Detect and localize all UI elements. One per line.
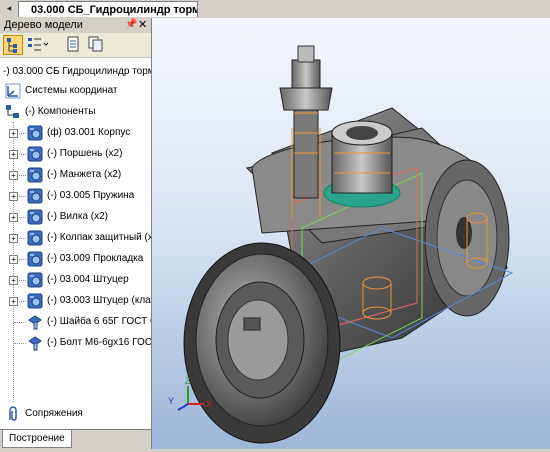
copy-button[interactable]: [86, 35, 106, 55]
expand-icon[interactable]: +: [9, 255, 18, 264]
document-tab[interactable]: 03.000 СБ_Гидроцилиндр тормозной: [18, 1, 198, 17]
model-canvas[interactable]: Z X Y: [152, 18, 550, 449]
document-tabstrip: ◂ 03.000 СБ_Гидроцилиндр тормозной: [0, 0, 550, 19]
model-tree: -) 03.000 СБ Гидроцилиндр тормозной Сист…: [0, 58, 151, 428]
standard-part-icon: [28, 336, 42, 351]
tree-item-mates[interactable]: Сопряжения: [5, 405, 151, 423]
tree-item-label: (ф) 03.001 Корпус: [47, 127, 131, 138]
pin-icon[interactable]: 📌: [125, 19, 137, 30]
panel-title: Дерево модели: [4, 19, 83, 31]
tree-item-label: (-) 03.009 Прокладка: [47, 253, 144, 264]
tree-item-label: (-) 03.005 Пружина: [47, 190, 135, 201]
tree-item-component[interactable]: + (-) Манжета (x2): [5, 166, 151, 184]
tree-item-label: Системы координат: [25, 85, 118, 96]
tree-item-component[interactable]: (-) Шайба 6 65Г ГОСТ 6402: [5, 313, 151, 331]
tree-item-label: (-) Колпак защитный (x2): [47, 232, 151, 243]
list-view-icon: [28, 38, 49, 51]
document-icon: [67, 36, 79, 52]
tree-root-label[interactable]: -) 03.000 СБ Гидроцилиндр тормозной: [3, 66, 151, 77]
axis-label-x: X: [206, 399, 212, 409]
expand-icon[interactable]: +: [9, 276, 18, 285]
tree-item-label: (-) Манжета (x2): [47, 169, 122, 180]
axis-label-z: Z: [185, 376, 191, 386]
coordinate-system-icon: [5, 83, 21, 99]
tree-item-label: (-) Поршень (x2): [47, 148, 123, 159]
tree-item-component[interactable]: + (ф) 03.001 Корпус: [5, 124, 151, 142]
paperclip-icon: [9, 406, 17, 421]
tree-item-component[interactable]: + (-) 03.004 Штуцер: [5, 271, 151, 289]
tree-structure-icon: [7, 38, 17, 53]
expand-icon[interactable]: +: [9, 171, 18, 180]
tree-item-components[interactable]: (-) Компоненты: [5, 103, 151, 121]
part-icon: [27, 293, 43, 309]
end-cap[interactable]: [183, 242, 341, 444]
3d-viewport[interactable]: Z X Y: [152, 18, 550, 449]
tree-guide-line: [14, 343, 26, 344]
tree-item-component[interactable]: + (-) 03.003 Штуцер (клапан): [5, 292, 151, 310]
tree-item-component[interactable]: + (-) Поршень (x2): [5, 145, 151, 163]
expand-icon[interactable]: +: [9, 192, 18, 201]
tree-item-label: (-) Компоненты: [25, 106, 96, 117]
tree-item-label: (-) 03.003 Штуцер (клапан): [47, 295, 151, 306]
part-icon: [27, 146, 43, 162]
tree-item-coord-systems[interactable]: Системы координат: [5, 82, 151, 100]
tree-guide-line: [14, 322, 26, 323]
tree-item-component[interactable]: + (-) 03.005 Пружина: [5, 187, 151, 205]
part-icon: [27, 251, 43, 267]
model-tree-panel: Дерево модели 📌 ✕ -) 03.000 СБ Гидроцили…: [0, 18, 152, 450]
expand-icon[interactable]: +: [9, 150, 18, 159]
tree-item-component[interactable]: + (-) Колпак защитный (x2): [5, 229, 151, 247]
tree-item-component[interactable]: + (-) 03.009 Прокладка: [5, 250, 151, 268]
expand-icon[interactable]: +: [9, 129, 18, 138]
expand-icon[interactable]: +: [9, 234, 18, 243]
close-icon[interactable]: ✕: [138, 18, 147, 31]
tree-item-component[interactable]: (-) Болт М6-6gx16 ГОСТ 7798: [5, 334, 151, 352]
tab-scroll-left-icon[interactable]: ◂: [3, 2, 15, 15]
tab-build[interactable]: Построение: [2, 430, 72, 448]
tree-item-component[interactable]: + (-) Вилка (x2): [5, 208, 151, 226]
tree-item-label: (-) Шайба 6 65Г ГОСТ 6402: [47, 316, 151, 327]
panel-header: Дерево модели 📌 ✕: [0, 18, 151, 34]
part-icon: [27, 125, 43, 141]
part-icon: [27, 188, 43, 204]
tree-structure-button[interactable]: [3, 35, 23, 55]
tree-item-label: (-) 03.004 Штуцер: [47, 274, 129, 285]
part-icon: [27, 167, 43, 183]
part-icon: [27, 230, 43, 246]
panel-toolbar: [0, 33, 151, 58]
tree-item-label: (-) Болт М6-6gx16 ГОСТ 7798: [47, 337, 151, 348]
axis-label-y: Y: [168, 396, 174, 406]
part-icon: [27, 209, 43, 225]
expand-icon[interactable]: +: [9, 213, 18, 222]
expand-icon[interactable]: +: [9, 297, 18, 306]
components-icon: [6, 105, 19, 118]
tree-view-mode-button[interactable]: [26, 35, 49, 55]
properties-button[interactable]: [64, 35, 84, 55]
fitting[interactable]: [323, 120, 401, 208]
tree-item-label: Сопряжения: [25, 408, 83, 419]
part-icon: [27, 272, 43, 288]
tree-item-label: (-) Вилка (x2): [47, 211, 109, 222]
copy-icon: [88, 36, 103, 52]
bottom-tabstrip: Построение: [0, 429, 151, 450]
standard-part-icon: [28, 315, 42, 330]
